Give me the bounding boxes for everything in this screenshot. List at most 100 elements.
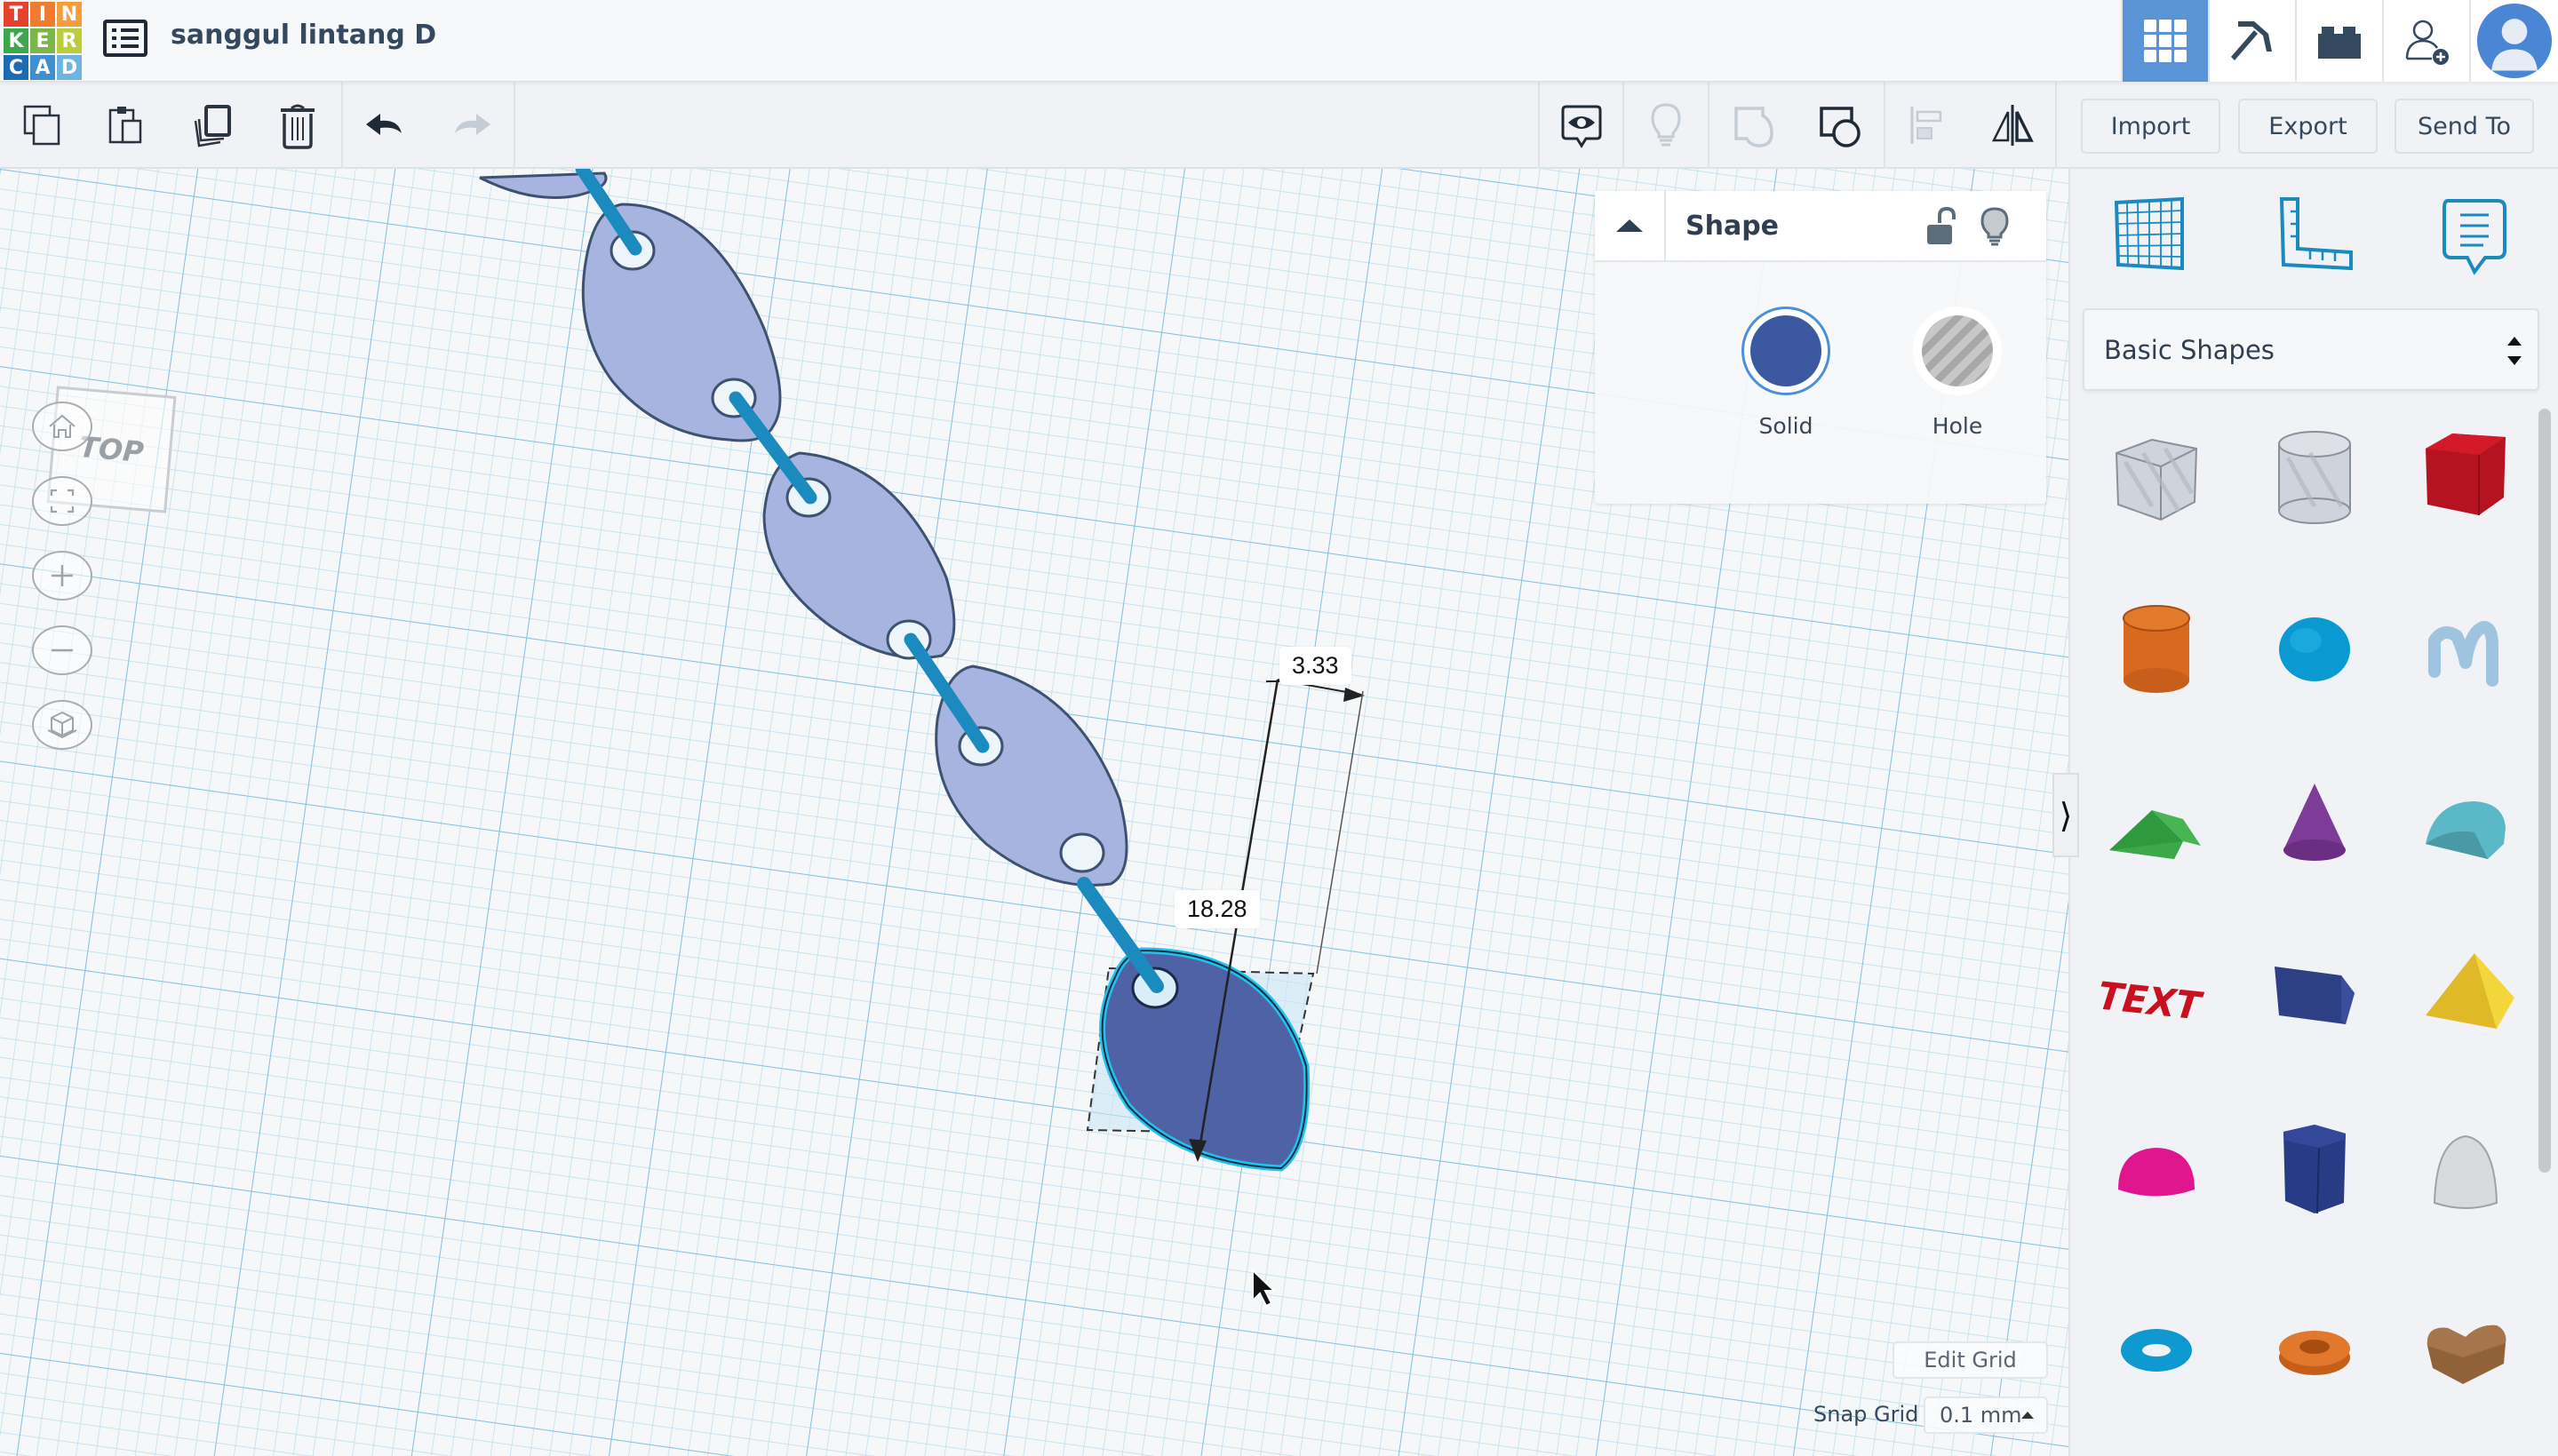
shape-item-half-sphere[interactable] xyxy=(2090,1105,2223,1238)
group-button[interactable] xyxy=(1713,82,1797,169)
library-selected-value: Basic Shapes xyxy=(2104,334,2275,365)
hole-option[interactable]: Hole xyxy=(1904,306,2011,439)
pyramid-icon xyxy=(2426,953,2514,1029)
box-hole-icon xyxy=(2115,438,2198,521)
hole-swatch[interactable] xyxy=(1913,306,2002,395)
shape-library-select[interactable]: Basic Shapes xyxy=(2083,308,2539,391)
link-hole xyxy=(1059,832,1105,873)
shape-item-pyramid[interactable] xyxy=(2399,931,2532,1064)
delete-button[interactable] xyxy=(256,82,339,169)
snap-grid-label: Snap Grid xyxy=(1813,1402,1919,1427)
shape-item-text[interactable]: TEXT xyxy=(2090,931,2223,1064)
avatar-icon xyxy=(2476,3,2553,79)
solid-option[interactable]: Solid xyxy=(1733,306,1839,439)
lightbulb-icon xyxy=(1651,103,1681,147)
ruler-tool-button[interactable] xyxy=(2269,191,2358,280)
shape-item-scribble[interactable] xyxy=(2399,583,2532,716)
shape-panel-title: Shape xyxy=(1685,210,1780,242)
notes-tool-button[interactable] xyxy=(2430,191,2519,280)
notes-button[interactable] xyxy=(1540,82,1623,169)
export-button[interactable]: Export xyxy=(2238,99,2378,154)
zoom-in-button[interactable] xyxy=(32,551,92,601)
scribble-icon xyxy=(2428,621,2498,687)
design-menu-button[interactable] xyxy=(103,20,147,57)
duplicate-icon xyxy=(194,105,231,147)
shape-item-box[interactable] xyxy=(2399,409,2532,542)
ungroup-button[interactable] xyxy=(1798,82,1882,169)
import-button[interactable]: Import xyxy=(2081,99,2220,154)
show-hints-button[interactable] xyxy=(1624,82,1708,169)
grid-icon xyxy=(2144,20,2187,62)
shape-item-roof[interactable] xyxy=(2090,757,2223,890)
profile-avatar-button[interactable] xyxy=(2469,0,2558,82)
text-icon: TEXT xyxy=(2099,975,2207,1030)
mirror-button[interactable] xyxy=(1971,82,2054,169)
shapes-scrollbar[interactable] xyxy=(2538,409,2551,1173)
shape-item-round-roof[interactable] xyxy=(2399,757,2532,890)
paraboloid-icon xyxy=(2433,1134,2498,1209)
shape-item-polygon[interactable] xyxy=(2248,931,2381,1064)
edit-grid-button[interactable]: Edit Grid xyxy=(1893,1341,2048,1379)
list-icon xyxy=(112,28,139,48)
home-view-button[interactable] xyxy=(32,402,92,451)
group-icon xyxy=(1734,107,1773,147)
pickaxe-icon xyxy=(2231,21,2272,60)
shape-item-paraboloid[interactable] xyxy=(2399,1105,2532,1238)
3d-design-view-button[interactable] xyxy=(2121,0,2208,82)
workplane-grid-icon xyxy=(2114,196,2184,271)
workplane-tool-button[interactable] xyxy=(2106,191,2195,280)
send-to-button[interactable]: Send To xyxy=(2395,99,2534,154)
solid-swatch[interactable] xyxy=(1741,306,1830,395)
collapse-panel-button[interactable] xyxy=(1595,190,1666,261)
box-icon xyxy=(2426,434,2506,515)
shape-item-box-hole[interactable] xyxy=(2090,409,2223,542)
trash-icon xyxy=(281,104,315,149)
toolbar-divider xyxy=(2055,82,2057,169)
cylinder-hole-icon xyxy=(2278,431,2351,524)
collapse-shapes-panel-button[interactable]: ⟩ xyxy=(2052,773,2079,857)
brick-icon xyxy=(2318,27,2361,59)
snap-grid-select[interactable]: 0.1 mm xyxy=(1924,1396,2048,1434)
bricks-view-button[interactable] xyxy=(2295,0,2382,82)
chevron-right-icon: ⟩ xyxy=(2059,795,2073,835)
logo-letter: C xyxy=(4,55,28,80)
blocks-view-button[interactable] xyxy=(2208,0,2295,82)
undo-icon xyxy=(366,114,402,135)
undo-button[interactable] xyxy=(345,82,428,169)
snap-grid-value: 0.1 mm xyxy=(1940,1403,2022,1428)
shape-item-hexagonal-prism[interactable] xyxy=(2248,1105,2381,1238)
duplicate-button[interactable] xyxy=(171,82,254,169)
shape-item-sphere[interactable] xyxy=(2248,583,2381,716)
paste-button[interactable] xyxy=(84,82,167,169)
shape-item-cylinder-hole[interactable] xyxy=(2248,409,2381,542)
paste-icon xyxy=(108,107,142,144)
shape-item-heart[interactable] xyxy=(2399,1279,2532,1412)
edit-toolbar: Import Export Send To xyxy=(0,82,2558,169)
shape-item-tube[interactable] xyxy=(2248,1279,2381,1412)
fit-icon xyxy=(50,489,75,513)
shape-inspector-panel: Shape Solid Hole xyxy=(1595,190,2046,504)
tinkercad-logo[interactable]: TIN KER CAD xyxy=(4,2,82,80)
polygon-icon xyxy=(2275,967,2355,1024)
zoom-out-button[interactable] xyxy=(32,625,92,675)
toolbar-divider xyxy=(341,82,343,169)
align-button[interactable] xyxy=(1887,82,1971,169)
shape-item-cylinder[interactable] xyxy=(2090,583,2223,716)
fit-all-button[interactable] xyxy=(32,476,92,526)
copy-button[interactable] xyxy=(0,82,84,169)
unlock-icon[interactable] xyxy=(1922,207,1957,246)
shape-item-cone[interactable] xyxy=(2248,757,2381,890)
design-title[interactable]: sanggul lintang D xyxy=(171,20,436,51)
shape-item-torus[interactable] xyxy=(2090,1279,2223,1412)
lightbulb-icon[interactable] xyxy=(1977,207,2012,246)
logo-letter: E xyxy=(30,28,55,53)
shapes-library-panel: Basic Shapes TEXT xyxy=(2068,169,2558,1456)
dimension-length-label[interactable]: 18.28 xyxy=(1175,890,1260,928)
dimension-width-label[interactable]: 3.33 xyxy=(1279,647,1351,685)
invite-user-button[interactable] xyxy=(2382,0,2469,82)
perspective-toggle-button[interactable] xyxy=(32,700,92,750)
heart-icon xyxy=(2427,1325,2506,1384)
redo-button[interactable] xyxy=(428,82,512,169)
cylinder-icon xyxy=(2123,605,2190,693)
copy-icon xyxy=(23,105,60,146)
